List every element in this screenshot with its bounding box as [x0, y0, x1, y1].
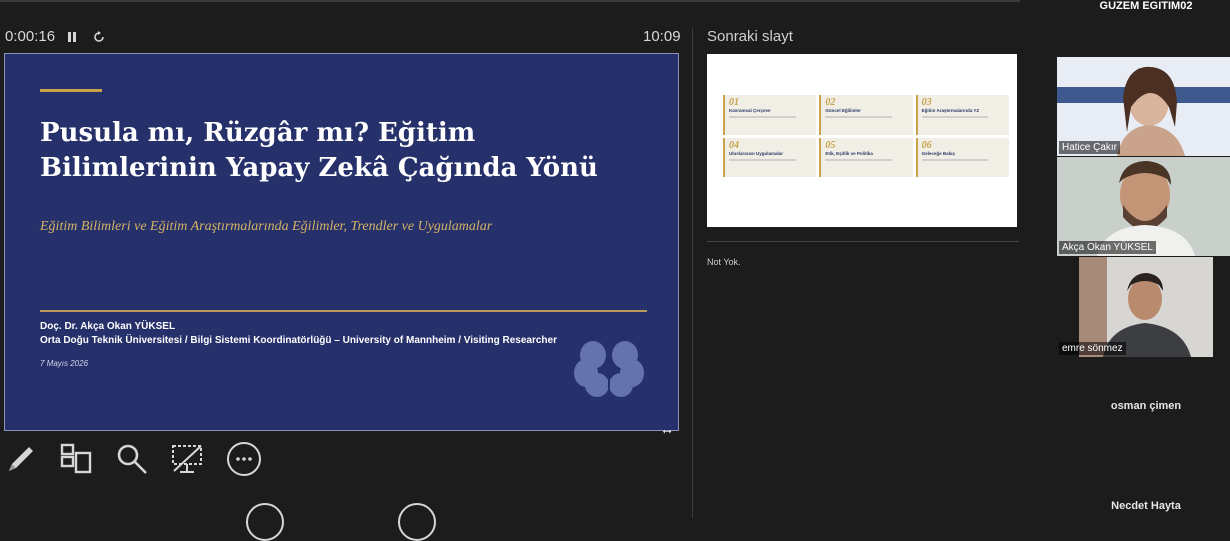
current-slide[interactable]: Pusula mı, Rüzgâr mı? Eğitim Bilimlerini…	[4, 53, 679, 431]
restart-icon[interactable]	[90, 28, 108, 46]
slide-title-line1: Pusula mı, Rüzgâr mı? Eğitim	[40, 118, 476, 148]
slide-accent-bar	[40, 89, 102, 92]
participant-tile[interactable]: Hatice Çakır	[1057, 57, 1230, 156]
slide-affiliation: Orta Doğu Teknik Üniversitesi / Bilgi Si…	[40, 335, 557, 346]
resize-handle-icon[interactable]: ↔	[660, 421, 674, 437]
participant-tile[interactable]: emre sönmez	[1057, 257, 1230, 357]
previous-slide-button[interactable]	[246, 503, 284, 541]
participant-audio-only[interactable]: osman çimen	[1057, 400, 1230, 412]
next-slide-button[interactable]	[398, 503, 436, 541]
more-dots-icon[interactable]	[226, 441, 262, 477]
pen-icon[interactable]	[3, 441, 39, 477]
participant-name: Hatice Çakır	[1059, 141, 1121, 154]
next-slide-card: 01 Kavramsal Çerçeve	[723, 95, 817, 135]
participant-name: Akça Okan YÜKSEL	[1059, 241, 1156, 254]
slide-divider	[40, 310, 647, 312]
magnifier-icon[interactable]	[114, 441, 150, 477]
participant-tile[interactable]: Akça Okan YÜKSEL	[1057, 157, 1230, 256]
slides-grid-icon[interactable]	[58, 441, 94, 477]
next-slide-card: 02 Güncel Eğilimler	[819, 95, 913, 135]
next-slide-card: 03 Eğitim Araştırmalarında YZ	[915, 95, 1009, 135]
brain-icon	[574, 341, 644, 397]
screen-off-icon[interactable]	[169, 441, 205, 477]
participant-audio-only[interactable]: Necdet Hayta	[1057, 500, 1230, 512]
speaker-notes: Not Yok.	[707, 257, 741, 267]
pause-icon[interactable]	[63, 28, 81, 46]
slide-date: 7 Mayıs 2026	[40, 359, 89, 368]
notes-divider	[707, 241, 1019, 242]
next-slide-card: 05 Etik, Eşitlik ve Politika	[819, 137, 913, 177]
next-slide-cards: 01 Kavramsal Çerçeve 02 Güncel Eğilimler 0…	[723, 95, 1009, 177]
participant-name: emre sönmez	[1059, 342, 1126, 355]
next-slide-card: 04 Uluslararası Uygulamalar	[723, 137, 817, 177]
slide-title-line2: Bilimlerinin Yapay Zekâ Çağında Yönü	[40, 153, 598, 183]
clock: 10:09	[643, 28, 681, 45]
top-divider	[0, 0, 1020, 2]
next-slide-preview[interactable]: 01 Kavramsal Çerçeve 02 Güncel Eğilimler 0…	[707, 54, 1017, 227]
next-slide-label: Sonraki slayt	[707, 28, 793, 45]
host-name: GUZEM EGITIM02	[1099, 0, 1193, 12]
slide-subtitle: Eğitim Bilimleri ve Eğitim Araştırmaları…	[40, 219, 493, 234]
panel-divider	[692, 28, 693, 518]
elapsed-timer: 0:00:16	[5, 28, 56, 45]
next-slide-card: 06 Geleceğe Bakış	[915, 137, 1009, 177]
slide-title: Pusula mı, Rüzgâr mı? Eğitim Bilimlerini…	[40, 116, 660, 186]
slide-author: Doç. Dr. Akça Okan YÜKSEL	[40, 321, 176, 332]
